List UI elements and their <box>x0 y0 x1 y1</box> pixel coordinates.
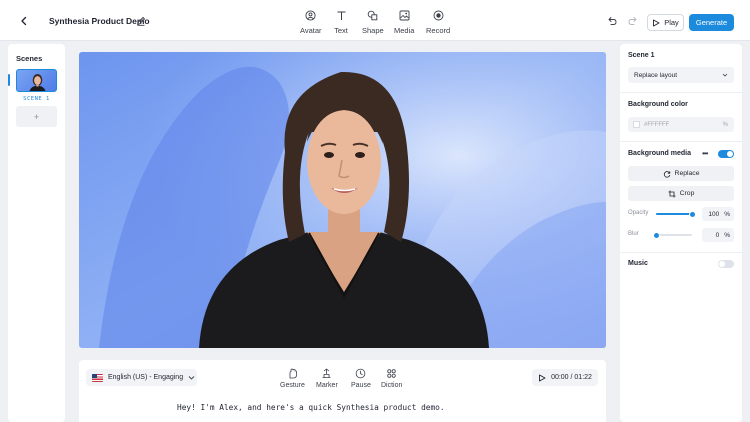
redo-icon <box>628 17 637 25</box>
chevron-down-icon <box>722 73 728 77</box>
scene-title: Scene 1 <box>628 52 655 59</box>
scenes-panel: Scenes SCENE 1 + <box>8 44 65 422</box>
avatar-tool-label: Avatar <box>300 26 322 35</box>
undo-icon <box>608 17 617 25</box>
crop-button[interactable]: Crop <box>628 186 734 201</box>
scene-thumbnail-avatar <box>29 74 46 91</box>
crop-label: Crop <box>679 190 695 197</box>
record-icon <box>433 10 444 20</box>
refresh-icon <box>663 170 670 178</box>
marker-icon <box>322 368 331 378</box>
layout-select[interactable]: Replace layout <box>628 67 734 83</box>
pause-tool-label: Pause <box>351 382 371 389</box>
scene-label: SCENE 1 <box>23 96 50 102</box>
replace-label: Replace <box>674 170 700 177</box>
music-toggle[interactable] <box>718 260 734 268</box>
us-flag-icon <box>92 373 103 382</box>
video-canvas[interactable] <box>79 52 606 348</box>
background-color-value: #FFFFFF <box>644 121 670 128</box>
opacity-value: 100 <box>708 210 720 218</box>
blur-unit: % <box>724 231 730 239</box>
gesture-icon <box>289 368 297 378</box>
scene-thumbnail[interactable] <box>16 69 57 92</box>
chevron-left-icon <box>21 16 27 26</box>
blur-slider-handle[interactable] <box>652 231 660 239</box>
background-media-title: Background media <box>628 150 692 157</box>
divider <box>620 92 742 93</box>
back-button[interactable] <box>16 13 32 29</box>
shape-tool-label: Shape <box>362 26 384 35</box>
play-button-label: Play <box>664 18 679 27</box>
play-icon <box>539 374 546 381</box>
opacity-unit: % <box>724 210 730 218</box>
background-media-toggle[interactable] <box>718 150 734 158</box>
blur-slider[interactable] <box>652 231 692 239</box>
properties-panel: Scene 1 Replace layout Background color … <box>620 44 742 422</box>
chevron-down-icon <box>188 376 195 380</box>
opacity-input[interactable]: 100 % <box>702 207 734 221</box>
opacity-slider[interactable] <box>656 210 696 218</box>
shape-icon <box>368 10 378 20</box>
scenes-title: Scenes <box>16 54 43 63</box>
shape-tool[interactable]: Shape <box>362 8 384 36</box>
more-icon: ••• <box>702 149 708 158</box>
blur-value: 0 <box>715 231 720 239</box>
more-options-button[interactable]: ••• <box>702 149 708 158</box>
preview-play-button[interactable]: 00:00 / 01:22 <box>532 369 598 386</box>
avatar-tool[interactable]: Avatar <box>300 8 322 36</box>
gesture-tool[interactable]: Gesture <box>280 367 305 389</box>
language-select[interactable]: English (US) - Engaging <box>86 369 197 386</box>
generate-button[interactable]: Generate <box>689 14 734 31</box>
language-label: English (US) - Engaging <box>108 374 184 381</box>
selected-scene-indicator <box>8 74 10 86</box>
blur-label: Blur <box>628 231 639 237</box>
color-swatch[interactable] <box>633 121 640 128</box>
opacity-slider-handle[interactable] <box>688 210 696 218</box>
background-color-title: Background color <box>628 101 688 108</box>
add-scene-button[interactable]: + <box>16 106 57 127</box>
pencil-icon <box>136 16 145 26</box>
opacity-label: Opacity <box>628 210 649 216</box>
gesture-tool-label: Gesture <box>280 382 305 389</box>
background-color-input[interactable]: #FFFFFF % <box>628 117 734 132</box>
divider <box>620 252 742 253</box>
crop-icon <box>668 190 676 197</box>
script-text[interactable]: Hey! I'm Alex, and here's a quick Synthe… <box>177 403 445 412</box>
background-color-unit: % <box>722 121 728 128</box>
music-title: Music <box>628 260 648 267</box>
undo-button[interactable] <box>606 15 618 27</box>
diction-icon <box>387 368 396 378</box>
diction-tool[interactable]: Diction <box>381 367 402 389</box>
record-tool[interactable]: Record <box>426 8 450 36</box>
text-tool[interactable]: Text <box>334 8 348 36</box>
play-button[interactable]: Play <box>647 14 684 31</box>
play-icon <box>653 19 660 26</box>
canvas-scene <box>79 52 606 348</box>
media-tool[interactable]: Media <box>394 8 414 36</box>
diction-tool-label: Diction <box>381 382 403 389</box>
divider <box>620 141 742 142</box>
toggle-knob <box>719 261 725 267</box>
record-tool-label: Record <box>426 26 451 35</box>
replace-media-button[interactable]: Replace <box>628 166 734 181</box>
toggle-knob <box>727 151 733 157</box>
timer-label: 00:00 / 01:22 <box>551 374 592 381</box>
marker-tool-label: Marker <box>316 382 338 389</box>
avatar-icon <box>305 9 316 21</box>
top-bar: Synthesia Product Demo Avatar Text Shape… <box>0 0 750 41</box>
pause-icon <box>356 368 366 378</box>
opacity-slider-fill <box>656 213 692 215</box>
layout-select-label: Replace layout <box>634 71 677 79</box>
pause-tool[interactable]: Pause <box>351 367 371 389</box>
blur-input[interactable]: 0 % <box>702 228 734 242</box>
text-icon <box>337 11 345 20</box>
media-tool-label: Media <box>394 26 415 35</box>
media-icon <box>399 10 410 20</box>
redo-button[interactable] <box>627 15 639 27</box>
script-panel: English (US) - Engaging Gesture Marker P… <box>79 360 606 422</box>
marker-tool[interactable]: Marker <box>316 367 338 389</box>
text-tool-label: Text <box>334 26 348 35</box>
edit-title-button[interactable] <box>134 14 147 27</box>
